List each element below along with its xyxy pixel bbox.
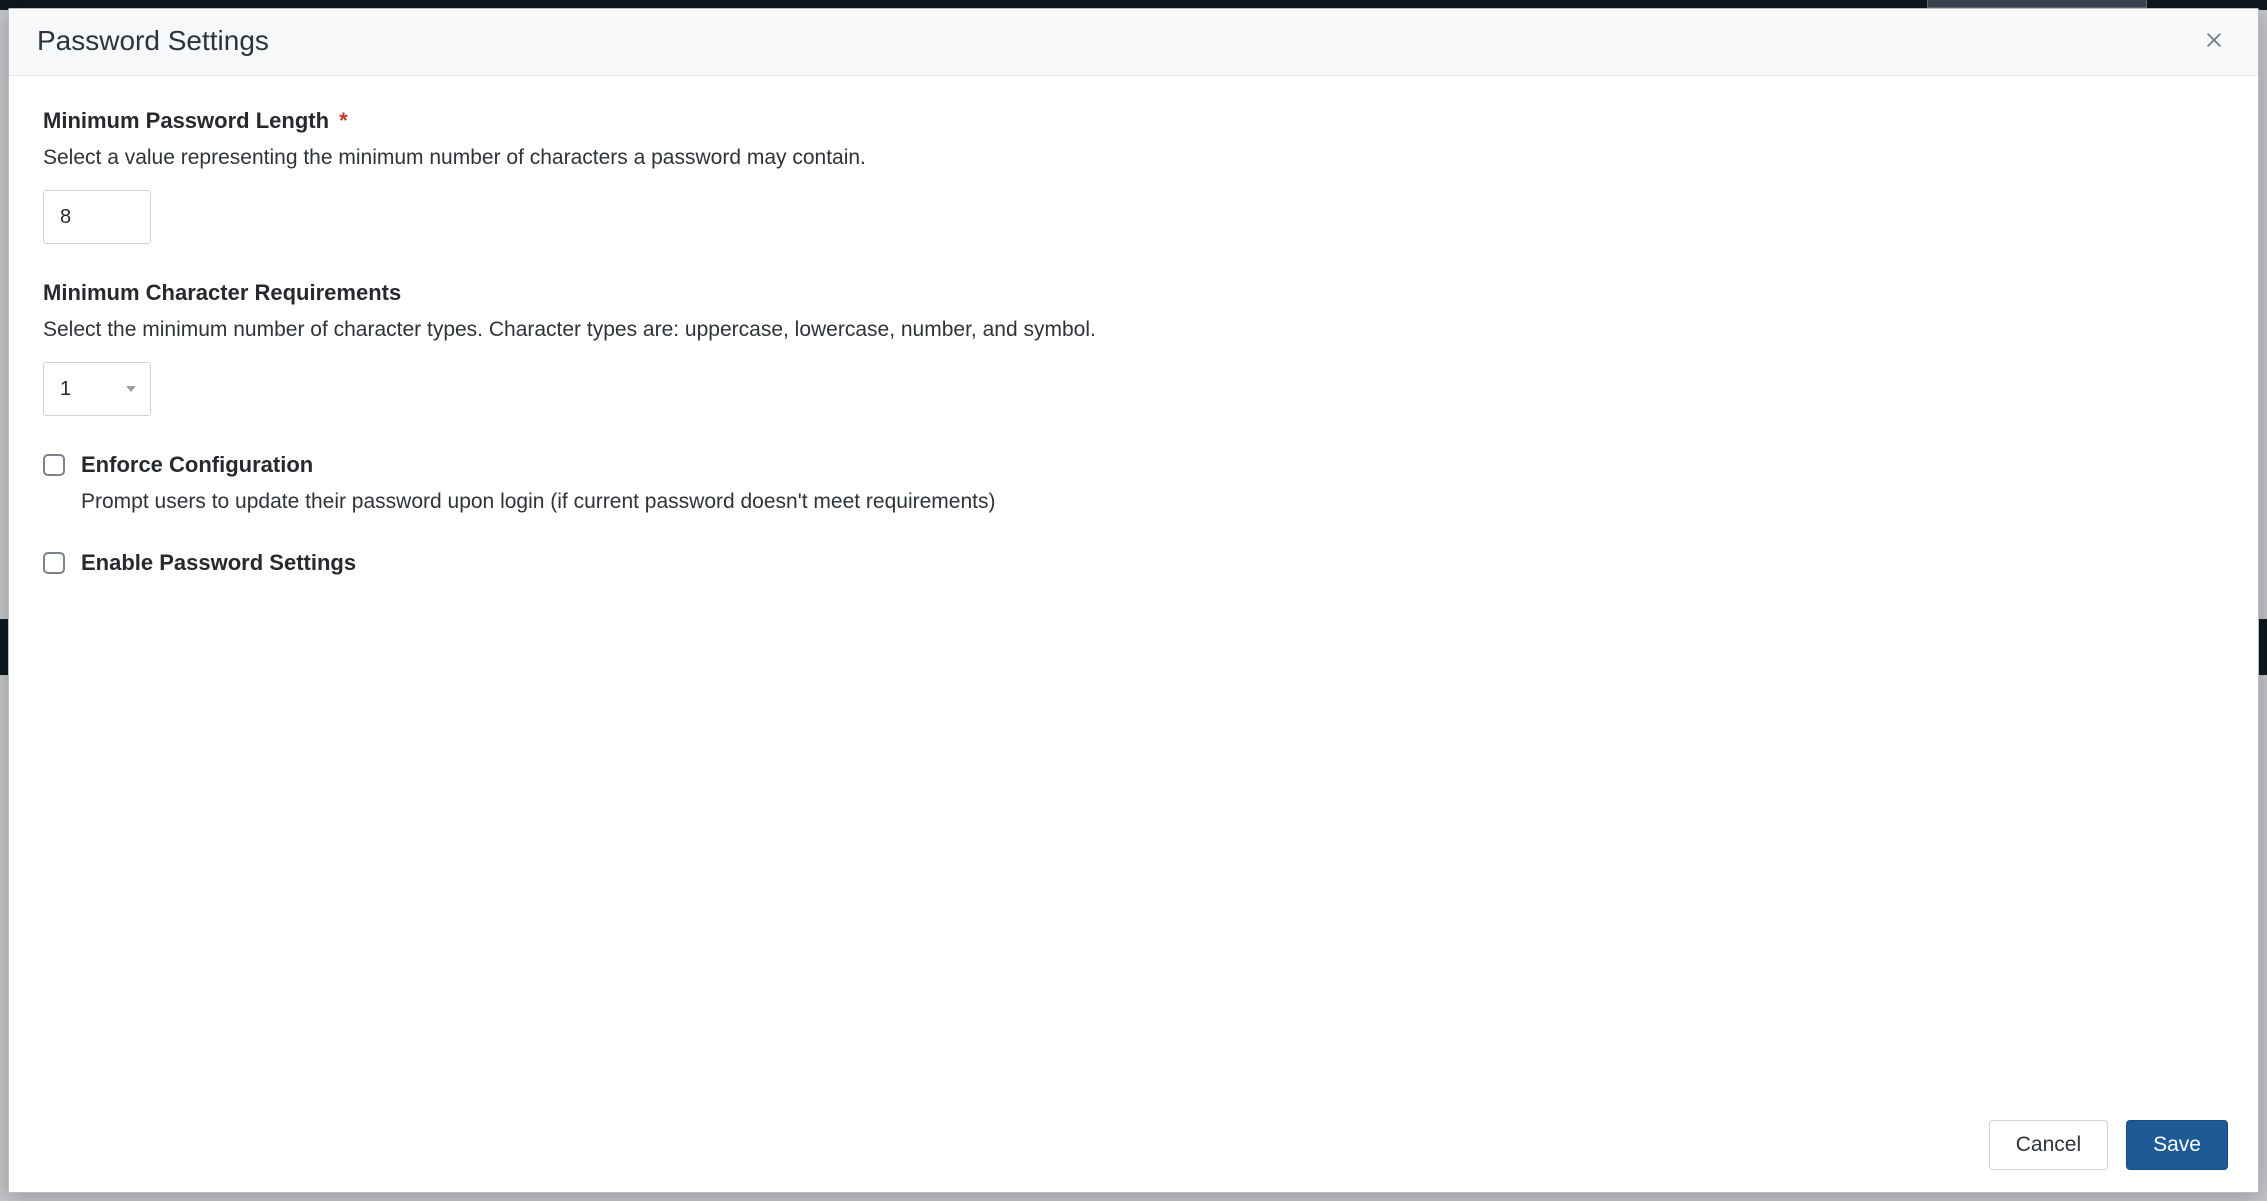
field-min-password-length: Minimum Password Length * Select a value… [43,108,2224,244]
field-enable-password-settings: Enable Password Settings [43,550,2224,576]
label-text: Minimum Password Length [43,108,329,133]
modal-title: Password Settings [37,25,269,57]
enable-password-settings-label[interactable]: Enable Password Settings [81,550,356,576]
save-button[interactable]: Save [2126,1120,2228,1170]
field-label: Minimum Password Length * [43,108,2224,134]
enable-password-settings-checkbox[interactable] [43,552,65,574]
field-help: Select a value representing the minimum … [43,146,2224,170]
modal-footer: Cancel Save [9,1102,2258,1192]
field-min-char-requirements: Minimum Character Requirements Select th… [43,280,2224,416]
required-indicator: * [339,108,348,133]
min-char-req-select-wrap: 1 [43,362,151,416]
modal-body: Minimum Password Length * Select a value… [9,76,2258,1102]
cancel-button[interactable]: Cancel [1989,1120,2108,1170]
field-label: Minimum Character Requirements [43,280,2224,306]
field-help: Select the minimum number of character t… [43,318,2224,342]
field-help: Prompt users to update their password up… [81,490,2224,514]
min-password-length-input[interactable] [43,190,151,244]
enforce-configuration-checkbox[interactable] [43,454,65,476]
modal-header: Password Settings [9,9,2258,76]
enforce-configuration-label[interactable]: Enforce Configuration [81,452,313,478]
min-char-req-select[interactable]: 1 [43,362,151,416]
password-settings-modal: Password Settings Minimum Password Lengt… [8,8,2259,1193]
close-button[interactable] [2198,25,2230,57]
close-icon [2204,30,2224,53]
field-enforce-configuration: Enforce Configuration Prompt users to up… [43,452,2224,514]
